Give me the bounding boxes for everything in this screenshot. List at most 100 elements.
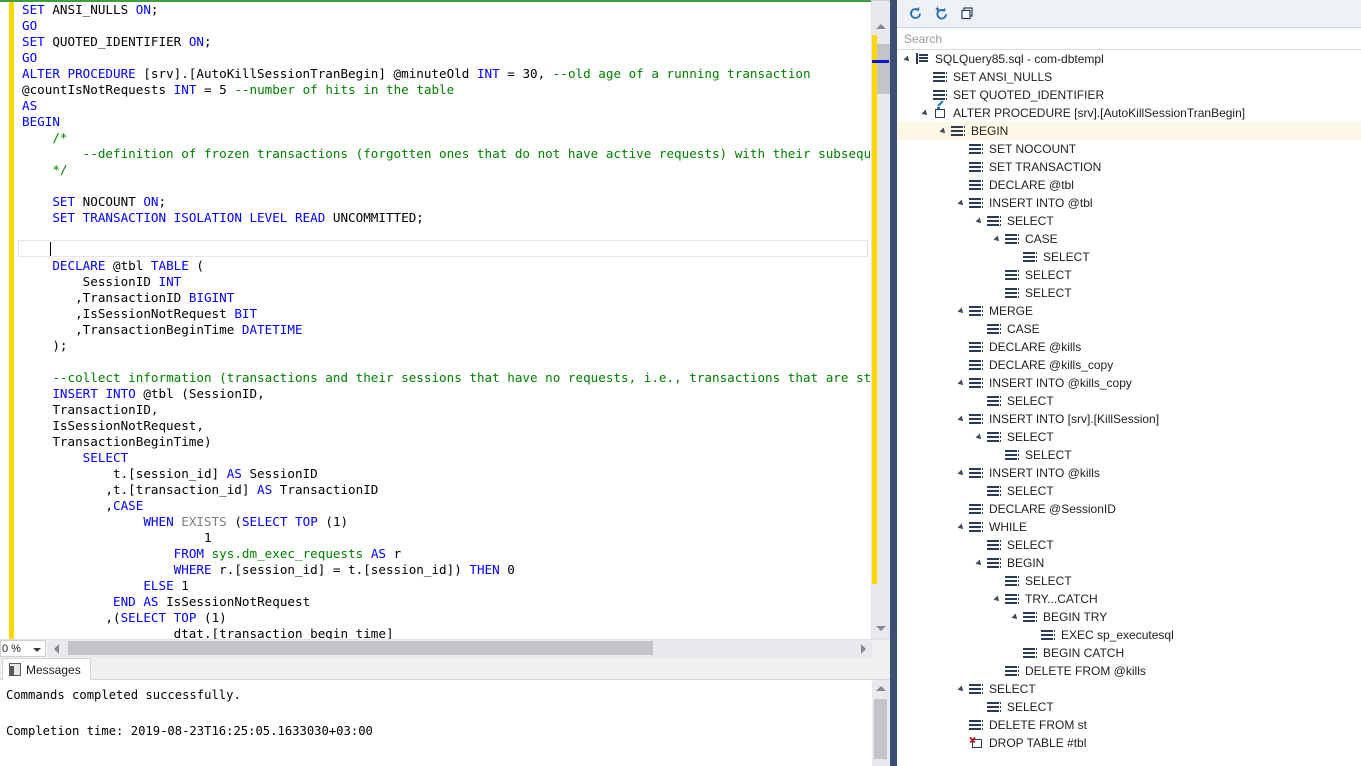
tree-item[interactable]: SELECT bbox=[897, 680, 1361, 698]
expand-collapse-icon[interactable] bbox=[956, 410, 969, 428]
statement-icon bbox=[1005, 592, 1020, 606]
tree-item[interactable]: SET NOCOUNT bbox=[897, 140, 1361, 158]
tree-item[interactable]: WHILE bbox=[897, 518, 1361, 536]
tree-item[interactable]: DECLARE @SessionID bbox=[897, 500, 1361, 518]
tree-item[interactable]: SELECT bbox=[897, 482, 1361, 500]
drop-table-icon bbox=[969, 736, 984, 750]
tree-item[interactable]: SELECT bbox=[897, 428, 1361, 446]
zoom-level-dropdown[interactable]: 0 % bbox=[0, 640, 46, 657]
code-line: ,TransactionID BIGINT bbox=[22, 290, 235, 305]
expand-collapse-icon[interactable] bbox=[1010, 608, 1023, 626]
expand-collapse-icon[interactable] bbox=[956, 680, 969, 698]
expand-collapse-icon[interactable] bbox=[956, 518, 969, 536]
scroll-left-button[interactable] bbox=[48, 640, 65, 657]
statement-icon bbox=[969, 340, 984, 354]
tree-item[interactable]: BEGIN bbox=[897, 554, 1361, 572]
tree-item[interactable]: SELECT bbox=[897, 698, 1361, 716]
scroll-up-button[interactable] bbox=[872, 18, 889, 35]
statement-icon bbox=[969, 502, 984, 516]
refresh-icon[interactable] bbox=[902, 2, 928, 26]
tree-item[interactable]: SELECT bbox=[897, 212, 1361, 230]
expand-collapse-icon[interactable] bbox=[956, 302, 969, 320]
tree-item-label: SELECT bbox=[1025, 574, 1072, 588]
tree-item[interactable]: DROP TABLE #tbl bbox=[897, 734, 1361, 752]
auto-refresh-icon[interactable] bbox=[928, 2, 954, 26]
tree-item[interactable]: SET QUOTED_IDENTIFIER bbox=[897, 86, 1361, 104]
scroll-up-icon[interactable] bbox=[876, 686, 886, 691]
expand-collapse-icon[interactable] bbox=[902, 50, 915, 68]
tree-item[interactable]: EXEC sp_executesql bbox=[897, 626, 1361, 644]
tree-item[interactable]: TRY...CATCH bbox=[897, 590, 1361, 608]
expand-collapse-icon[interactable] bbox=[956, 464, 969, 482]
expand-collapse-icon[interactable] bbox=[974, 428, 987, 446]
tree-item[interactable]: MERGE bbox=[897, 302, 1361, 320]
windows-icon[interactable] bbox=[954, 2, 980, 26]
tree-item[interactable]: SELECT bbox=[897, 446, 1361, 464]
tree-item-label: SELECT bbox=[1007, 394, 1054, 408]
expand-collapse-icon[interactable] bbox=[956, 374, 969, 392]
sql-code-area[interactable]: SET ANSI_NULLS ON; GO SET QUOTED_IDENTIFIE… bbox=[0, 2, 870, 639]
tree-item[interactable]: SELECT bbox=[897, 284, 1361, 302]
tree-item[interactable]: SET ANSI_NULLS bbox=[897, 68, 1361, 86]
horizontal-scroll-thumb[interactable] bbox=[68, 641, 653, 655]
tree-item[interactable]: SELECT bbox=[897, 536, 1361, 554]
expand-collapse-icon[interactable] bbox=[992, 590, 1005, 608]
tree-item[interactable]: DECLARE @tbl bbox=[897, 176, 1361, 194]
tree-item[interactable]: BEGIN CATCH bbox=[897, 644, 1361, 662]
expand-collapse-icon[interactable] bbox=[956, 194, 969, 212]
statement-icon bbox=[987, 700, 1002, 714]
tree-item[interactable]: SELECT bbox=[897, 266, 1361, 284]
tree-item[interactable]: INSERT INTO @kills bbox=[897, 464, 1361, 482]
code-line: ,t.[transaction_id] AS TransactionID bbox=[22, 482, 379, 497]
tree-item[interactable]: INSERT INTO @kills_copy bbox=[897, 374, 1361, 392]
tree-item[interactable]: CASE bbox=[897, 230, 1361, 248]
messages-output-text: Commands completed successfully. Complet… bbox=[0, 680, 875, 766]
tree-item[interactable]: BEGIN TRY bbox=[897, 608, 1361, 626]
messages-vertical-scrollbar[interactable] bbox=[872, 680, 890, 766]
statement-icon bbox=[1005, 448, 1020, 462]
expand-collapse-icon[interactable] bbox=[938, 122, 951, 140]
outline-tree[interactable]: SQLQuery85.sql - com-dbtempl SET ANSI_NUL… bbox=[897, 50, 1361, 766]
messages-scroll-thumb[interactable] bbox=[874, 699, 887, 759]
tree-item[interactable]: INSERT INTO @tbl bbox=[897, 194, 1361, 212]
scroll-right-button[interactable] bbox=[855, 640, 872, 657]
expand-collapse-icon[interactable] bbox=[992, 230, 1005, 248]
tree-item[interactable]: SELECT bbox=[897, 572, 1361, 590]
tree-item[interactable]: BEGIN bbox=[897, 122, 1361, 140]
expand-collapse-icon[interactable] bbox=[974, 212, 987, 230]
tree-item[interactable]: SELECT bbox=[897, 392, 1361, 410]
tree-item[interactable]: INSERT INTO [srv].[KillSession] bbox=[897, 410, 1361, 428]
outline-search-row[interactable] bbox=[897, 28, 1361, 50]
tree-item[interactable]: CASE bbox=[897, 320, 1361, 338]
expand-collapse-icon[interactable] bbox=[974, 554, 987, 572]
vertical-scroll-thumb[interactable] bbox=[877, 44, 890, 94]
tree-item[interactable]: DELETE FROM st bbox=[897, 716, 1361, 734]
tree-item-label: SQLQuery85.sql - com-dbtempl bbox=[935, 52, 1104, 66]
tree-item[interactable]: DECLARE @kills_copy bbox=[897, 356, 1361, 374]
tree-item[interactable]: DELETE FROM @kills bbox=[897, 662, 1361, 680]
tree-item-label: SELECT bbox=[1043, 250, 1090, 264]
tree-item[interactable]: ALTER PROCEDURE [srv].[AutoKillSessionTr… bbox=[897, 100, 1361, 122]
current-line-highlight bbox=[18, 240, 868, 257]
tree-item[interactable]: SQLQuery85.sql - com-dbtempl bbox=[897, 50, 1361, 68]
search-input[interactable] bbox=[902, 30, 1346, 47]
tree-item-label: SET ANSI_NULLS bbox=[953, 70, 1053, 84]
statement-icon bbox=[1005, 286, 1020, 300]
tree-item-label: CASE bbox=[1007, 322, 1040, 336]
tab-messages[interactable]: Messages bbox=[2, 658, 91, 680]
tree-item[interactable]: SELECT bbox=[897, 248, 1361, 266]
tree-item[interactable]: SET TRANSACTION bbox=[897, 158, 1361, 176]
statement-icon bbox=[1023, 646, 1038, 660]
tree-item[interactable]: DECLARE @kills bbox=[897, 338, 1361, 356]
statement-icon bbox=[987, 322, 1002, 336]
code-line: WHERE r.[session_id] = t.[session_id]) T… bbox=[173, 562, 515, 577]
expand-collapse-icon[interactable] bbox=[920, 104, 933, 122]
scroll-down-button[interactable] bbox=[872, 620, 889, 637]
statement-icon bbox=[969, 358, 984, 372]
